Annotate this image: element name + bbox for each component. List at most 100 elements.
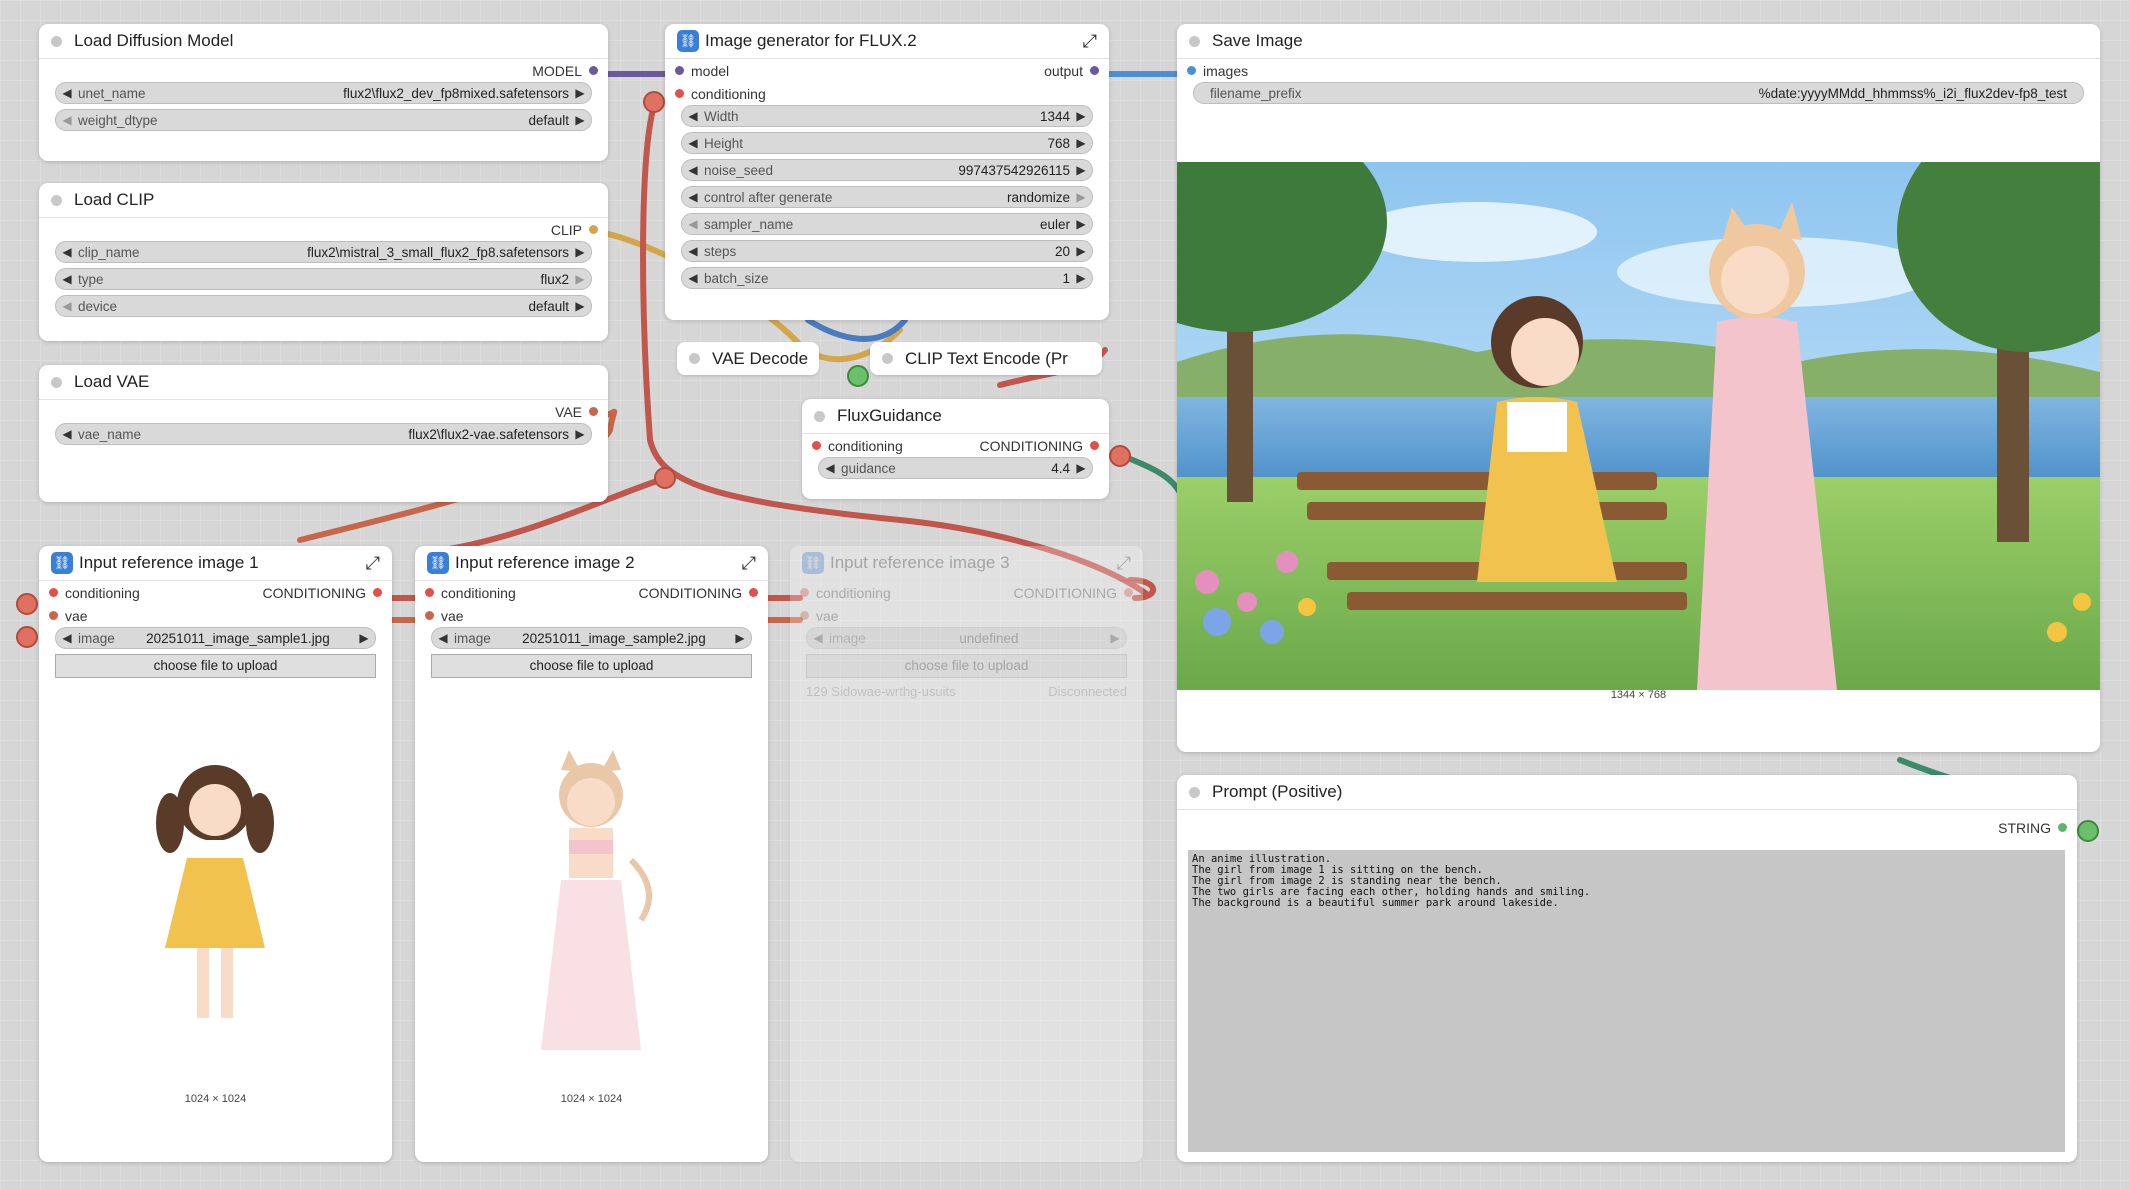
widget-vae-name[interactable]: ◀ vae_name flux2\flux2-vae.safetensors ▶ [55, 423, 592, 445]
collapse-dot-icon[interactable] [51, 35, 62, 47]
widget-noise-seed[interactable]: ◀ noise_seed 997437542926115 ▶ [681, 159, 1093, 181]
output-conditioning[interactable]: CONDITIONING [263, 585, 383, 601]
arrow-left-icon[interactable]: ◀ [807, 631, 829, 645]
input-vae[interactable]: vae [800, 608, 839, 624]
prompt-textarea[interactable] [1188, 850, 2065, 1152]
node-save-image[interactable]: Save Image images filename_prefix %date:y… [1177, 24, 2100, 752]
upload-button[interactable]: choose file to upload [55, 654, 376, 678]
arrow-left-icon[interactable]: ◀ [432, 631, 454, 645]
arrow-right-icon[interactable]: ▶ [569, 113, 591, 127]
input-conditioning[interactable]: conditioning [425, 585, 516, 601]
arrow-left-icon[interactable]: ◀ [56, 427, 78, 441]
node-load-vae[interactable]: Load VAE VAE ◀ vae_name flux2\flux2-vae.sa… [39, 365, 608, 502]
node-input-reference-2[interactable]: ⛓ Input reference image 2 ⤢ conditioning CO… [415, 546, 768, 1162]
input-conditioning[interactable]: conditioning [812, 438, 903, 454]
widget-clip-name[interactable]: ◀ clip_name flux2\mistral_3_small_flux2_fp… [55, 241, 592, 263]
node-flux-guidance[interactable]: FluxGuidance conditioning CONDITIONING ◀ g… [802, 399, 1109, 499]
output-model[interactable]: MODEL [532, 63, 598, 79]
expand-icon[interactable]: ⤢ [742, 553, 756, 574]
output-clip[interactable]: CLIP [551, 222, 599, 238]
widget-filename-prefix[interactable]: filename_prefix %date:yyyyMMdd_hhmmss%_i2… [1193, 82, 2084, 104]
arrow-left-icon[interactable]: ◀ [682, 163, 704, 177]
collapse-dot-icon[interactable] [51, 194, 62, 206]
node-header[interactable]: ⛓ Input reference image 1 ⤢ [39, 546, 392, 581]
node-header[interactable]: Load VAE [39, 365, 608, 400]
widget-guidance[interactable]: ◀ guidance 4.4 ▶ [818, 457, 1093, 479]
node-input-reference-3[interactable]: ⛓ Input reference image 3 ⤢ conditioning CO… [790, 546, 1143, 1162]
arrow-right-icon[interactable]: ▶ [569, 299, 591, 313]
expand-icon[interactable]: ⤢ [1117, 553, 1131, 574]
node-load-clip[interactable]: Load CLIP CLIP ◀ clip_name flux2\mistral_3… [39, 183, 608, 341]
collapse-dot-icon[interactable] [689, 353, 700, 364]
widget-type[interactable]: ◀ type flux2 ▶ [55, 268, 592, 290]
collapse-dot-icon[interactable] [1189, 35, 1200, 47]
collapse-dot-icon[interactable] [814, 410, 825, 422]
collapse-dot-icon[interactable] [51, 376, 62, 388]
arrow-right-icon[interactable]: ▶ [1070, 271, 1092, 285]
node-input-reference-1[interactable]: ⛓ Input reference image 1 ⤢ conditioning CO… [39, 546, 392, 1162]
output-vae[interactable]: VAE [555, 404, 598, 420]
arrow-right-icon[interactable]: ▶ [1070, 190, 1092, 204]
input-vae[interactable]: vae [49, 608, 88, 624]
widget-image[interactable]: ◀ image 20251011_image_sample1.jpg ▶ [55, 627, 376, 649]
arrow-right-icon[interactable]: ▶ [569, 272, 591, 286]
arrow-left-icon[interactable]: ◀ [682, 109, 704, 123]
node-header[interactable]: Load Diffusion Model [39, 24, 608, 59]
widget-sampler-name[interactable]: ◀ sampler_name euler ▶ [681, 213, 1093, 235]
arrow-left-icon[interactable]: ◀ [56, 113, 78, 127]
widget-width[interactable]: ◀ Width 1344 ▶ [681, 105, 1093, 127]
arrow-left-icon[interactable]: ◀ [819, 461, 841, 475]
input-conditioning[interactable]: conditioning [49, 585, 140, 601]
node-clip-text-encode[interactable]: CLIP Text Encode (Pr [870, 342, 1102, 375]
input-conditioning[interactable]: conditioning [800, 585, 891, 601]
arrow-left-icon[interactable]: ◀ [56, 272, 78, 286]
node-header[interactable]: ⛓ Image generator for FLUX.2 ⤢ [665, 24, 1109, 59]
collapse-dot-icon[interactable] [1189, 786, 1200, 798]
arrow-left-icon[interactable]: ◀ [56, 245, 78, 259]
node-header[interactable]: Load CLIP [39, 183, 608, 218]
widget-batch-size[interactable]: ◀ batch_size 1 ▶ [681, 267, 1093, 289]
arrow-left-icon[interactable]: ◀ [56, 631, 78, 645]
node-header[interactable]: Prompt (Positive) [1177, 775, 2077, 810]
widget-steps[interactable]: ◀ steps 20 ▶ [681, 240, 1093, 262]
widget-image[interactable]: ◀ image undefined ▶ [806, 627, 1127, 649]
arrow-left-icon[interactable]: ◀ [56, 86, 78, 100]
output-conditioning[interactable]: CONDITIONING [639, 585, 759, 601]
arrow-right-icon[interactable]: ▶ [1104, 631, 1126, 645]
arrow-right-icon[interactable]: ▶ [569, 427, 591, 441]
upload-button[interactable]: choose file to upload [806, 654, 1127, 678]
node-header[interactable]: FluxGuidance [802, 399, 1109, 434]
widget-weight-dtype[interactable]: ◀ weight_dtype default ▶ [55, 109, 592, 131]
arrow-right-icon[interactable]: ▶ [1070, 244, 1092, 258]
node-load-diffusion-model[interactable]: Load Diffusion Model MODEL ◀ unet_name flu… [39, 24, 608, 161]
upload-button[interactable]: choose file to upload [431, 654, 752, 678]
widget-height[interactable]: ◀ Height 768 ▶ [681, 132, 1093, 154]
input-conditioning[interactable]: conditioning [675, 86, 766, 102]
node-vae-decode[interactable]: VAE Decode [677, 342, 819, 375]
collapse-dot-icon[interactable] [882, 353, 893, 364]
arrow-right-icon[interactable]: ▶ [353, 631, 375, 645]
arrow-left-icon[interactable]: ◀ [682, 190, 704, 204]
arrow-right-icon[interactable]: ▶ [729, 631, 751, 645]
output-output[interactable]: output [1044, 63, 1099, 79]
arrow-right-icon[interactable]: ▶ [1070, 163, 1092, 177]
arrow-left-icon[interactable]: ◀ [682, 136, 704, 150]
node-prompt-positive[interactable]: Prompt (Positive) STRING [1177, 775, 2077, 1162]
arrow-right-icon[interactable]: ▶ [1070, 217, 1092, 231]
output-string[interactable]: STRING [1998, 820, 2067, 836]
widget-image[interactable]: ◀ image 20251011_image_sample2.jpg ▶ [431, 627, 752, 649]
node-header[interactable]: Save Image [1177, 24, 2100, 59]
arrow-right-icon[interactable]: ▶ [569, 86, 591, 100]
input-images[interactable]: images [1186, 63, 1248, 79]
expand-icon[interactable]: ⤢ [1083, 31, 1097, 52]
arrow-left-icon[interactable]: ◀ [682, 217, 704, 231]
arrow-left-icon[interactable]: ◀ [682, 271, 704, 285]
arrow-right-icon[interactable]: ▶ [1070, 461, 1092, 475]
arrow-right-icon[interactable]: ▶ [569, 245, 591, 259]
arrow-left-icon[interactable]: ◀ [56, 299, 78, 313]
input-model[interactable]: model [674, 63, 729, 79]
output-conditioning[interactable]: CONDITIONING [980, 438, 1100, 454]
arrow-right-icon[interactable]: ▶ [1070, 109, 1092, 123]
output-conditioning[interactable]: CONDITIONING [1014, 585, 1134, 601]
expand-icon[interactable]: ⤢ [366, 553, 380, 574]
